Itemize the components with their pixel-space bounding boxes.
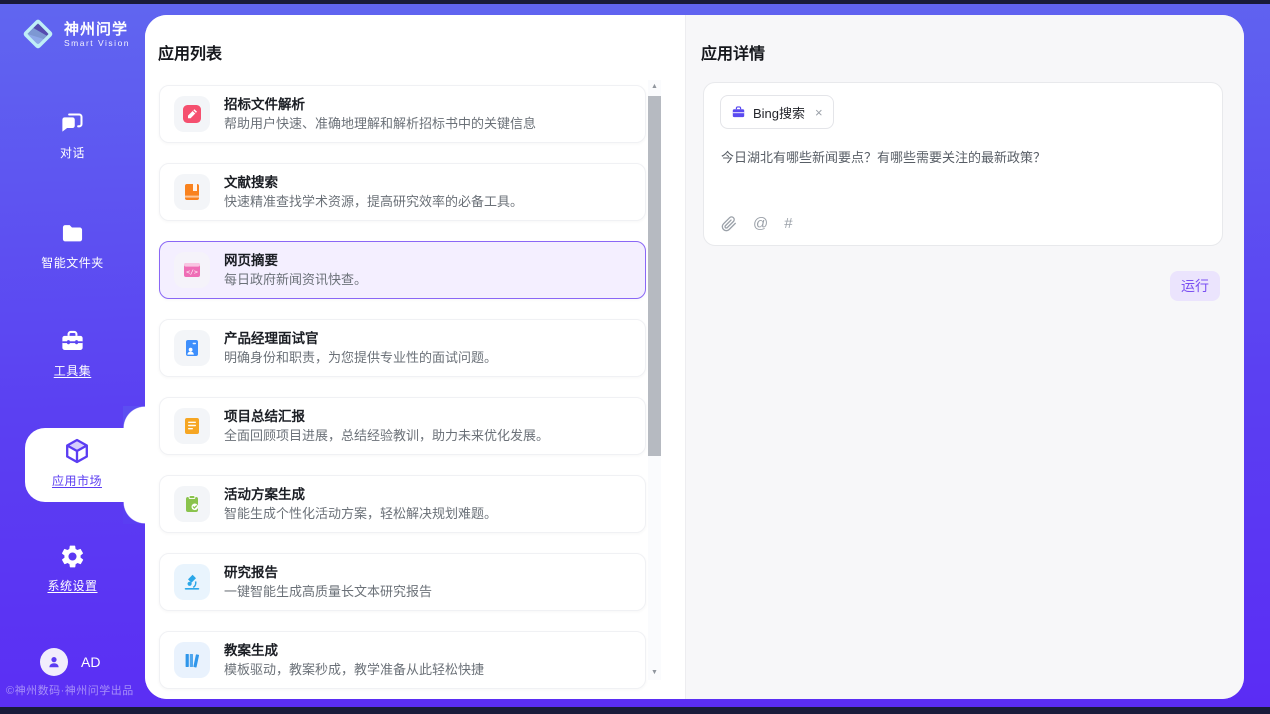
- app-card-desc: 一键智能生成高质量长文本研究报告: [224, 584, 432, 600]
- app-card-desc: 每日政府新闻资讯快查。: [224, 272, 367, 288]
- sidebar-item-settings[interactable]: 系统设置: [0, 543, 145, 594]
- webpage-code-icon: </>: [174, 252, 210, 288]
- research-microscope-icon: [174, 564, 210, 600]
- scrollbar-down-arrow[interactable]: ▼: [648, 666, 661, 680]
- app-card-text: 教案生成 模板驱动，教案秒成，教学准备从此轻松快捷: [224, 642, 484, 678]
- sidebar-item-chat[interactable]: 对话: [0, 110, 145, 161]
- brand-diamond-icon: [20, 16, 56, 52]
- app-card[interactable]: 研究报告 一键智能生成高质量长文本研究报告: [159, 553, 646, 611]
- mention-icon[interactable]: @: [753, 215, 768, 232]
- app-card-text: 招标文件解析 帮助用户快速、准确地理解和解析招标书中的关键信息: [224, 96, 536, 132]
- app-card[interactable]: </> 网页摘要 每日政府新闻资讯快查。: [159, 241, 646, 299]
- app-card-text: 活动方案生成 智能生成个性化活动方案，轻松解决规划难题。: [224, 486, 497, 522]
- app-card-list: 招标文件解析 帮助用户快速、准确地理解和解析招标书中的关键信息 文献搜索 快速精…: [159, 85, 646, 699]
- app-card-title: 教案生成: [224, 642, 484, 659]
- brand-name: 神州问学: [64, 21, 130, 38]
- sidebar-item-label: 对话: [0, 144, 145, 161]
- brand-tagline: Smart Vision: [64, 38, 130, 48]
- toolbox-icon: [59, 328, 86, 355]
- sidebar-item-label: 工具集: [0, 362, 145, 379]
- sidebar-item-app-market-content: 应用市场: [35, 428, 119, 489]
- app-card-title: 文献搜索: [224, 174, 523, 191]
- copyright-text: ©神州数码·神州问学出品: [6, 682, 134, 698]
- app-card-title: 项目总结汇报: [224, 408, 549, 425]
- app-detail-panel: 应用详情 Bing搜索 × 今日湖北有哪些新闻要点？有哪些需要关注的最新政策？: [685, 15, 1244, 699]
- app-card[interactable]: 产品经理面试官 明确身份和职责，为您提供专业性的面试问题。: [159, 319, 646, 377]
- app-list-title: 应用列表: [158, 40, 222, 64]
- folder-icon: [59, 220, 86, 247]
- app-list-panel: 应用列表 招标文件解析 帮助用户快速、准确地理解和解析招标书中的关键信息 文献搜…: [145, 15, 685, 699]
- sidebar-item-label: 智能文件夹: [0, 254, 145, 271]
- app-card-title: 产品经理面试官: [224, 330, 497, 347]
- app-card-desc: 快速精准查找学术资源，提高研究效率的必备工具。: [224, 194, 523, 210]
- query-text[interactable]: 今日湖北有哪些新闻要点？有哪些需要关注的最新政策？: [721, 149, 1206, 167]
- app-card-desc: 模板驱动，教案秒成，教学准备从此轻松快捷: [224, 662, 484, 678]
- user-name: AD: [81, 654, 100, 670]
- cube-icon: [63, 437, 91, 465]
- window-bottom-strip: [0, 707, 1270, 714]
- brand-text: 神州问学 Smart Vision: [64, 21, 130, 48]
- app-card[interactable]: 项目总结汇报 全面回顾项目进展，总结经验教训，助力未来优化发展。: [159, 397, 646, 455]
- app-card[interactable]: 教案生成 模板驱动，教案秒成，教学准备从此轻松快捷: [159, 631, 646, 689]
- tool-tag-bing-search[interactable]: Bing搜索 ×: [720, 95, 834, 129]
- briefcase-icon: [731, 105, 746, 120]
- run-button[interactable]: 运行: [1170, 271, 1220, 301]
- paperclip-icon[interactable]: [721, 216, 737, 232]
- app-card-desc: 帮助用户快速、准确地理解和解析招标书中的关键信息: [224, 116, 536, 132]
- activity-clipboard-icon: [174, 486, 210, 522]
- app-list-scrollbar[interactable]: ▲ ▼: [648, 80, 661, 680]
- app-card-desc: 明确身份和职责，为您提供专业性的面试问题。: [224, 350, 497, 366]
- app-detail-title: 应用详情: [701, 40, 765, 64]
- sidebar-item-smart-folder[interactable]: 智能文件夹: [0, 220, 145, 271]
- brand-logo: 神州问学 Smart Vision: [20, 16, 130, 52]
- app-card[interactable]: 活动方案生成 智能生成个性化活动方案，轻松解决规划难题。: [159, 475, 646, 533]
- tool-tag-label: Bing搜索: [753, 103, 805, 122]
- tender-edit-icon: [174, 96, 210, 132]
- app-card-desc: 全面回顾项目进展，总结经验教训，助力未来优化发展。: [224, 428, 549, 444]
- svg-text:</>: </>: [186, 268, 198, 276]
- lesson-books-icon: [174, 642, 210, 678]
- tag-close-icon[interactable]: ×: [815, 106, 823, 119]
- gear-icon: [59, 543, 86, 570]
- app-card-text: 项目总结汇报 全面回顾项目进展，总结经验教训，助力未来优化发展。: [224, 408, 549, 444]
- app-card-title: 网页摘要: [224, 252, 367, 269]
- app-card-text: 研究报告 一键智能生成高质量长文本研究报告: [224, 564, 432, 600]
- chat-icon: [59, 110, 86, 137]
- input-toolbar: @ #: [721, 215, 793, 232]
- sidebar: 神州问学 Smart Vision 对话 智能文件夹 工具集: [0, 4, 145, 707]
- app-card[interactable]: 招标文件解析 帮助用户快速、准确地理解和解析招标书中的关键信息: [159, 85, 646, 143]
- app-card-title: 研究报告: [224, 564, 432, 581]
- sidebar-item-label: 系统设置: [0, 577, 145, 594]
- interview-doc-icon: [174, 330, 210, 366]
- user-account[interactable]: AD: [40, 648, 100, 676]
- app-card[interactable]: 文献搜索 快速精准查找学术资源，提高研究效率的必备工具。: [159, 163, 646, 221]
- prompt-input-card[interactable]: Bing搜索 × 今日湖北有哪些新闻要点？有哪些需要关注的最新政策？ @ #: [703, 82, 1223, 246]
- app-card-text: 产品经理面试官 明确身份和职责，为您提供专业性的面试问题。: [224, 330, 497, 366]
- hash-icon[interactable]: #: [784, 215, 792, 232]
- user-icon: [46, 654, 62, 670]
- app-card-desc: 智能生成个性化活动方案，轻松解决规划难题。: [224, 506, 497, 522]
- app-card-text: 文献搜索 快速精准查找学术资源，提高研究效率的必备工具。: [224, 174, 523, 210]
- avatar[interactable]: [40, 648, 68, 676]
- project-report-icon: [174, 408, 210, 444]
- app-card-title: 活动方案生成: [224, 486, 497, 503]
- scrollbar-up-arrow[interactable]: ▲: [648, 80, 661, 94]
- sidebar-item-toolset[interactable]: 工具集: [0, 328, 145, 379]
- content-area: 应用列表 招标文件解析 帮助用户快速、准确地理解和解析招标书中的关键信息 文献搜…: [145, 15, 1244, 699]
- sidebar-item-label: 应用市场: [35, 472, 119, 489]
- literature-book-icon: [174, 174, 210, 210]
- scrollbar-thumb[interactable]: [648, 96, 661, 456]
- app-card-title: 招标文件解析: [224, 96, 536, 113]
- sidebar-item-app-market[interactable]: 应用市场: [25, 428, 145, 502]
- app-card-text: 网页摘要 每日政府新闻资讯快查。: [224, 252, 367, 288]
